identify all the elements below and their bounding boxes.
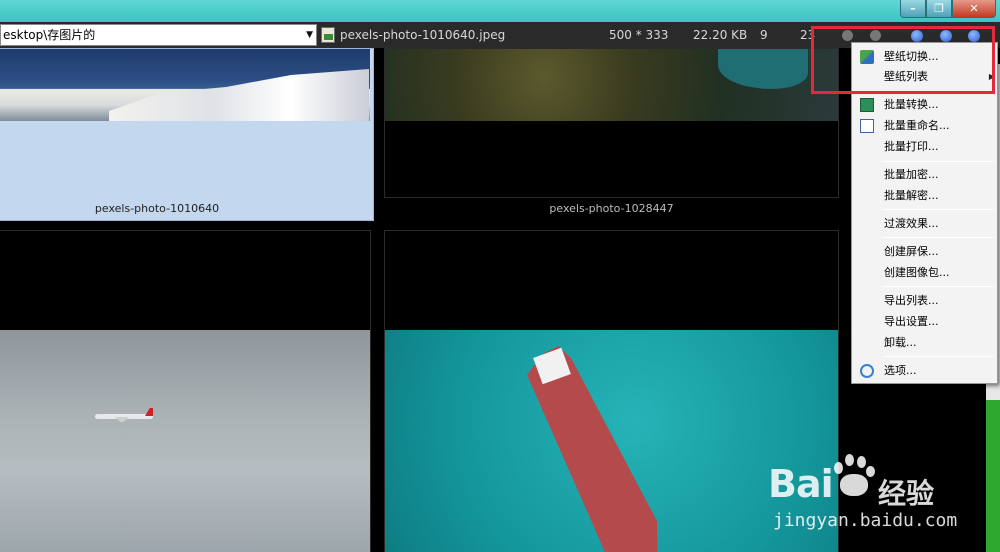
baidu-paw-icon	[828, 448, 878, 498]
image-dimensions: 500 * 333	[609, 28, 669, 42]
menu-item-label: 创建图像包...	[884, 266, 950, 279]
thumbnail-tile[interactable]	[0, 230, 371, 552]
menu-item-batch-decrypt[interactable]: 批量解密...	[854, 186, 995, 206]
menu-item-batch-convert[interactable]: 批量转换...	[854, 95, 995, 115]
menu-item-label: 选项...	[884, 364, 917, 377]
close-button[interactable]: ✕	[952, 0, 996, 18]
minimize-button[interactable]: –	[900, 0, 926, 18]
chevron-down-icon[interactable]: ▼	[306, 25, 313, 45]
baidu-jingyan-text: 经验	[878, 477, 935, 510]
menu-item-batch-print[interactable]: 批量打印...	[854, 137, 995, 157]
image-count: 9	[760, 28, 768, 42]
menu-item-label: 批量重命名...	[884, 119, 950, 132]
path-value: esktop\存图片的	[3, 28, 96, 42]
window-title-bar: – ❐ ✕	[0, 0, 1000, 22]
watermark-url: jingyan.baidu.com	[773, 510, 958, 531]
menu-item-label: 卸载...	[884, 336, 917, 349]
thumbnail-caption: pexels-photo-1010640	[94, 202, 220, 215]
thumbnail-tile[interactable]	[384, 48, 839, 198]
menu-item-label: 导出设置...	[884, 315, 939, 328]
scrollbar-thumb[interactable]	[986, 400, 1000, 552]
menu-item-create-image-pack[interactable]: 创建图像包...	[854, 263, 995, 283]
menu-item-label: 批量解密...	[884, 189, 939, 202]
menu-item-uninstall[interactable]: 卸载...	[854, 333, 995, 353]
menu-item-label: 过渡效果...	[884, 217, 939, 230]
menu-item-label: 批量加密...	[884, 168, 939, 181]
menu-separator	[882, 209, 994, 210]
path-combobox[interactable]: esktop\存图片的 ▼	[0, 24, 317, 46]
menu-item-label: 创建屏保...	[884, 245, 939, 258]
current-filename: pexels-photo-1010640.jpeg	[340, 28, 506, 42]
menu-item-create-screensaver[interactable]: 创建屏保...	[854, 242, 995, 262]
menu-separator	[882, 356, 994, 357]
maximize-button[interactable]: ❐	[926, 0, 952, 18]
airplane-graphic	[95, 408, 153, 422]
thumbnail-caption: pexels-photo-1028447	[549, 202, 674, 215]
highlight-box	[811, 26, 995, 94]
menu-separator	[882, 161, 994, 162]
options-icon	[860, 364, 874, 378]
menu-item-label: 批量转换...	[884, 98, 939, 111]
rename-icon	[860, 119, 874, 133]
batch-convert-icon	[860, 98, 874, 112]
jpeg-file-icon	[321, 27, 335, 43]
thumbnail-image	[385, 49, 838, 121]
menu-item-export-settings[interactable]: 导出设置...	[854, 312, 995, 332]
menu-item-options[interactable]: 选项...	[854, 361, 995, 381]
menu-item-export-list[interactable]: 导出列表...	[854, 291, 995, 311]
menu-item-label: 批量打印...	[884, 140, 939, 153]
baidu-logo-text: Bai	[768, 462, 834, 506]
menu-item-label: 导出列表...	[884, 294, 939, 307]
menu-item-batch-encrypt[interactable]: 批量加密...	[854, 165, 995, 185]
menu-item-transition[interactable]: 过渡效果...	[854, 214, 995, 234]
menu-item-batch-rename[interactable]: 批量重命名...	[854, 116, 995, 136]
thumbnail-image	[0, 49, 370, 121]
ship-graphic	[527, 346, 657, 552]
file-size: 22.20 KB	[693, 28, 748, 42]
menu-separator	[882, 237, 994, 238]
thumbnail-tile[interactable]: pexels-photo-1010640	[0, 48, 374, 221]
thumbnail-image	[0, 330, 370, 552]
window-controls: – ❐ ✕	[900, 0, 996, 18]
menu-separator	[882, 286, 994, 287]
